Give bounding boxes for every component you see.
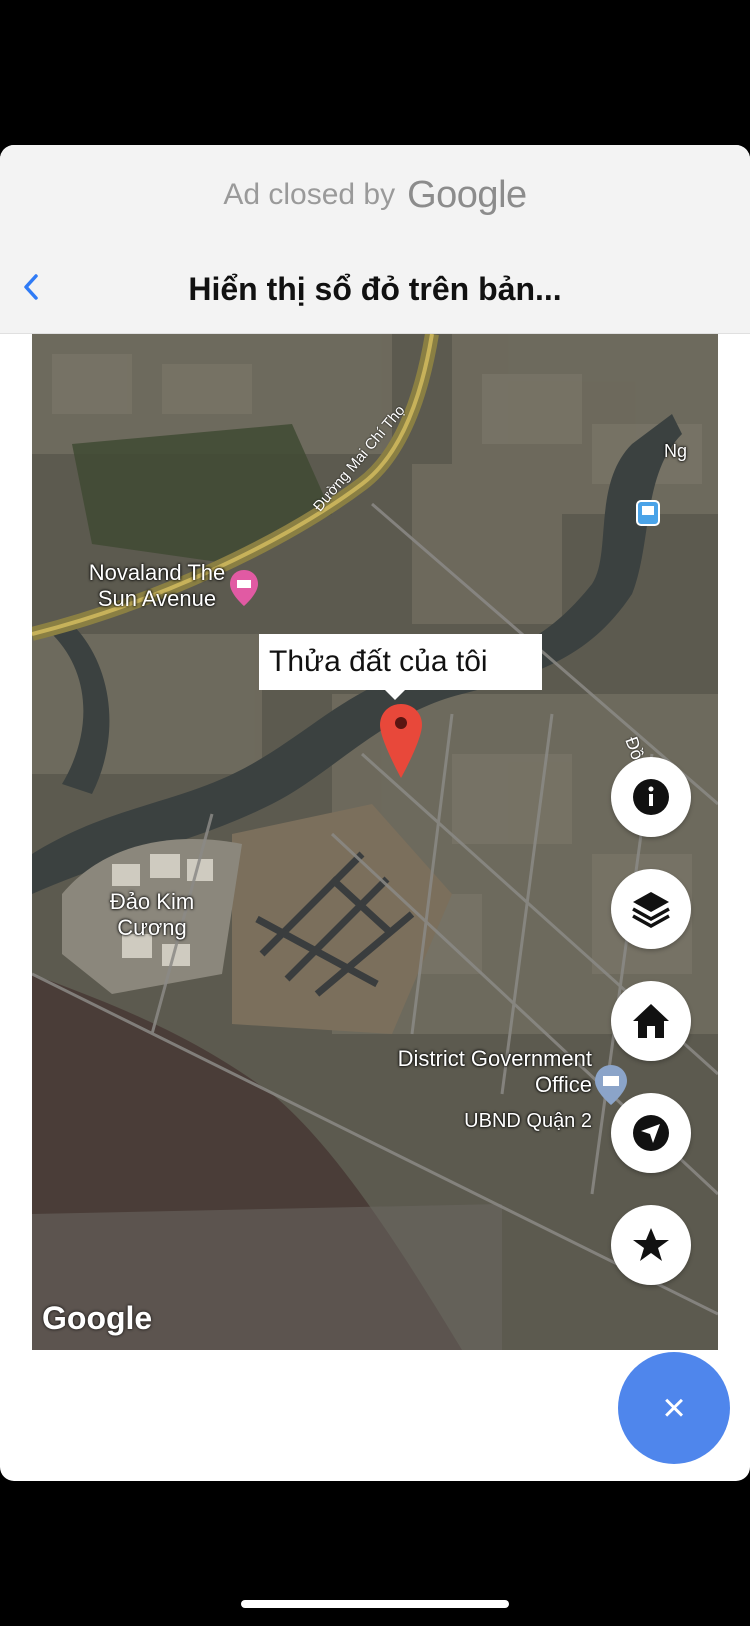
chevron-left-icon bbox=[24, 274, 38, 300]
hotel-icon[interactable] bbox=[229, 570, 259, 611]
home-button[interactable] bbox=[611, 981, 691, 1061]
home-icon bbox=[633, 1004, 669, 1038]
favorite-button[interactable] bbox=[611, 1205, 691, 1285]
poi-label-novaland: Novaland The Sun Avenue bbox=[88, 560, 226, 611]
map-view[interactable]: Đường Mai Chí Thọ Novaland The Sun Avenu… bbox=[32, 334, 718, 1350]
page-title: Hiển thị sổ đỏ trên bản... bbox=[188, 270, 562, 307]
ad-closed-text: Ad closed by bbox=[223, 178, 396, 211]
ad-closed-banner: Ad closed by Google bbox=[0, 145, 750, 245]
marker-callout[interactable]: Thửa đất của tôi bbox=[259, 634, 542, 700]
bottom-sheet: Ad closed by Google Hiển thị sổ đỏ trên … bbox=[0, 145, 750, 1481]
poi-label-district-office: District Government Office bbox=[397, 1046, 592, 1097]
close-icon: × bbox=[662, 1385, 686, 1430]
close-button[interactable]: × bbox=[618, 1352, 730, 1464]
info-button[interactable] bbox=[611, 757, 691, 837]
layers-button[interactable] bbox=[611, 869, 691, 949]
navigation-bar: Hiển thị sổ đỏ trên bản... bbox=[0, 245, 750, 334]
edge-label-top-right: Ng bbox=[664, 441, 688, 461]
home-indicator[interactable] bbox=[241, 1600, 509, 1608]
poi-label-dao-kim-cuong: Đảo Kim Cương bbox=[109, 889, 195, 940]
google-brand-text: Google bbox=[407, 173, 527, 216]
back-button[interactable] bbox=[14, 265, 48, 309]
satellite-imagery bbox=[32, 334, 718, 1350]
location-pin-icon[interactable] bbox=[378, 702, 424, 785]
star-icon bbox=[633, 1228, 669, 1261]
google-watermark: Google bbox=[42, 1300, 153, 1336]
layers-icon bbox=[632, 892, 670, 929]
info-icon bbox=[633, 779, 669, 815]
poi-label-ubnd: UBND Quận 2 bbox=[464, 1110, 592, 1132]
navigation-icon bbox=[633, 1115, 669, 1151]
navigation-button[interactable] bbox=[611, 1093, 691, 1173]
bus-stop-icon[interactable] bbox=[636, 500, 660, 531]
